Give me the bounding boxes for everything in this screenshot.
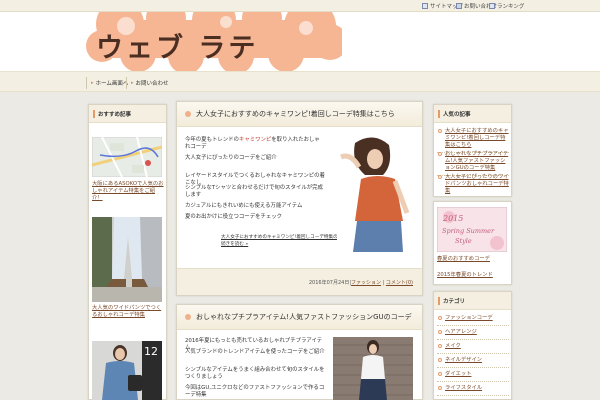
category-item-2-label: ヘアアレンジ [445, 329, 477, 335]
svg-text:2015: 2015 [442, 214, 463, 223]
article-1-footer: 2016年07月24日|ファッション | コメント(0) [177, 268, 422, 295]
svg-text:Spring Summer: Spring Summer [442, 227, 495, 235]
left-item-2-caption[interactable]: 大人気のワイドパンツでつくるおしゃれコーデ特集 [92, 305, 164, 319]
header-accent [438, 296, 440, 305]
category-item-1-label: ファッションコーデ [445, 315, 493, 321]
category-item-5[interactable]: ダイエット [437, 368, 509, 382]
map-thumbnail[interactable] [92, 137, 162, 177]
category-item-4-label: ネイルデザイン [445, 357, 483, 363]
article-2-line-4: 今回はGU,ユニクロなどのファストファッションで作るコーデ特集 [185, 385, 325, 398]
denim-outfit-photo[interactable]: 12 [92, 341, 162, 400]
article-1-line-5: カジュアルにもきれいめにも使える万能アイテム [185, 203, 303, 209]
header-accent [93, 109, 95, 118]
article-1-category-link[interactable]: ファッション [351, 280, 381, 286]
nav-contact[interactable]: ▸ お問い合わせ [126, 77, 169, 89]
article-1-line-6: 夏のお出かけに役立つコーデをチェック [185, 214, 283, 220]
nav-home[interactable]: ▸ ホーム画面へ [86, 77, 128, 89]
banner-caption[interactable]: 春夏のおすすめコーデ [437, 256, 509, 263]
article-2-line-2: 人気ブランドのトレンドアイテムを使ったコーデをご紹介 [185, 349, 325, 355]
sitemap-icon [422, 3, 428, 9]
article-1-line-2: 大人女子にぴったりのコーデをご紹介 [185, 155, 277, 161]
left-item-1-caption[interactable]: 大阪にあるASOKOで人気のおしゃれアイテム特集をご紹介！ [92, 181, 164, 202]
article-1-line-1: 今年の夏もトレンドのキャミワンピを取り入れたおしゃれコーデ [185, 137, 325, 151]
right-popular-header: 人気の記事 [434, 105, 511, 123]
category-item-6-label: ライフスタイル [445, 385, 483, 391]
bullet-icon [185, 314, 191, 320]
ranking-icon [489, 3, 495, 9]
right-category-header: カテゴリ [434, 292, 511, 310]
article-1-title[interactable]: 大人女子におすすめのキャミワンピ!着回しコーデ特集はこちら [196, 109, 395, 119]
mail-icon [456, 3, 462, 9]
spring-summer-banner[interactable]: 2015 Spring Summer Style [437, 207, 507, 252]
nav-contact-label: お問い合わせ [135, 81, 169, 87]
category-item-2[interactable]: ヘアアレンジ [437, 326, 509, 340]
category-item-1[interactable]: ファッションコーデ [437, 312, 509, 326]
camisole-model-photo[interactable] [337, 135, 415, 252]
nav-home-label: ホーム画面へ [95, 81, 129, 87]
wide-pants-photo[interactable] [92, 217, 162, 302]
article-1-comments-link[interactable]: コメント(0) [386, 280, 413, 286]
popular-item-1-label: 大人女子におすすめのキャミワンピ!着回しコーデ特集はこちら [445, 128, 509, 148]
bullet-icon [438, 129, 442, 133]
banner-caption-2[interactable]: 2015年春夏のトレンド [437, 272, 509, 279]
category-item-3-label: メイク [445, 343, 461, 349]
article-1-header: 大人女子におすすめのキャミワンピ!着回しコーデ特集はこちら [177, 102, 422, 127]
bullet-icon [438, 175, 442, 179]
bullet-icon [185, 111, 191, 117]
bullet-icon [438, 152, 442, 156]
svg-text:Style: Style [455, 237, 472, 245]
article-1-highlight: キャミワンピ [238, 137, 272, 143]
category-item-4[interactable]: ネイルデザイン [437, 354, 509, 368]
arrow-right-icon: ▸ [91, 80, 94, 86]
article-1-date: 2016年07月24日 [308, 280, 350, 286]
bullet-icon [438, 330, 442, 334]
bullet-icon [438, 372, 442, 376]
article-2-header: おしゃれなプチプラアイテム!人気ファストファッションGUのコーデ [177, 305, 422, 330]
bullet-icon [438, 344, 442, 348]
top-utility-bar: サイトマップ お問い合わせ ランキング [0, 0, 600, 12]
ranking-link[interactable]: ランキング [489, 2, 524, 10]
bullet-icon [438, 358, 442, 362]
left-sidebar-header: おすすめ記事 [89, 105, 166, 123]
right-popular-title: 人気の記事 [443, 111, 471, 118]
site-logo[interactable]: ウェブ ラテ [96, 26, 258, 65]
popular-item-3-label: 大人女子にぴったりのワイドパンツおしゃれコーデ特集 [445, 174, 509, 194]
popular-item-3[interactable]: 大人女子にぴったりのワイドパンツおしゃれコーデ特集 [437, 171, 509, 198]
article-1-read-more[interactable]: 大人女子におすすめのキャミワンピ!着回しコーデ特集の続きを読む » [221, 234, 341, 248]
category-item-6[interactable]: ライフスタイル [437, 382, 509, 396]
article-2-title[interactable]: おしゃれなプチプラアイテム!人気ファストファッションGUのコーデ [196, 312, 412, 322]
article-1-line-4: シンプルなTシャツと合わせるだけで旬のスタイルが完成します [185, 185, 323, 198]
arrow-right-icon: ▸ [131, 80, 134, 86]
bullet-icon [438, 386, 442, 390]
svg-text:12: 12 [144, 345, 158, 358]
gu-outfit-photo[interactable] [333, 337, 413, 400]
category-item-3[interactable]: メイク [437, 340, 509, 354]
article-1-meta: 2016年07月24日|ファッション | コメント(0) [308, 280, 413, 286]
ranking-link-label: ランキング [497, 4, 525, 10]
left-sidebar-title: おすすめ記事 [98, 111, 132, 118]
bullet-icon [438, 316, 442, 320]
right-category-title: カテゴリ [443, 298, 466, 305]
header-accent [438, 109, 440, 118]
popular-item-2-label: おしゃれなプチプラアイテム!人気ファストファッションGUのコーデ特集 [445, 151, 509, 171]
article-2-line-3: シンプルなアイテムをうまく組み合わせて旬のスタイルをつくりましょう [185, 367, 325, 380]
global-nav: ▸ ホーム画面へ ▸ お問い合わせ [0, 71, 600, 92]
category-item-5-label: ダイエット [445, 371, 472, 377]
article-1-line-1a: 今年の夏もトレンドの [185, 137, 239, 143]
site-header [0, 12, 600, 72]
